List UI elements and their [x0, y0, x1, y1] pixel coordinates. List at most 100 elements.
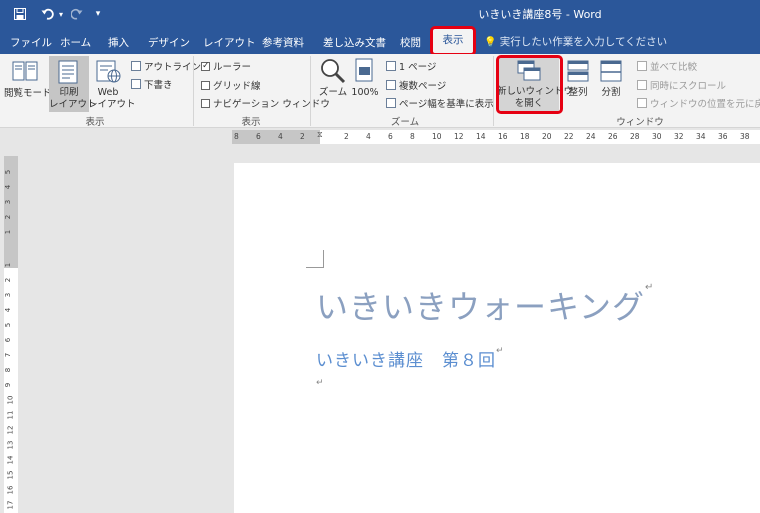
print-layout-icon[interactable]	[57, 60, 79, 87]
ruler-tick-label: 8	[410, 132, 415, 141]
tab-design[interactable]: デザイン	[148, 35, 190, 50]
ruler-tick-label: 4	[366, 132, 371, 141]
read-mode-icon[interactable]	[12, 60, 38, 87]
ruler-tick-label: 34	[696, 132, 706, 141]
ruler-tick-label: 36	[718, 132, 728, 141]
draft-button[interactable]: 下書き	[131, 77, 173, 91]
page-width-button[interactable]: ページ幅を基準に表示	[386, 96, 494, 110]
ruler-tick-label: 16	[498, 132, 508, 141]
outline-icon	[131, 61, 141, 71]
page-width-label: ページ幅を基準に表示	[399, 99, 494, 110]
web-layout-label-1[interactable]: Web	[90, 87, 126, 99]
ruler-tick-label: 4	[278, 132, 283, 141]
multiple-pages-label: 複数ページ	[399, 81, 447, 92]
document-title[interactable]: いきいきウォーキング ↵	[316, 282, 653, 328]
text-boundary-corner	[306, 250, 324, 268]
draft-label: 下書き	[144, 80, 173, 91]
ruler-tick-label: 18	[520, 132, 530, 141]
read-mode-button[interactable]: 閲覧モード	[4, 88, 52, 100]
zoom-100-icon[interactable]	[354, 58, 376, 87]
tab-mailings[interactable]: 差し込み文書	[323, 35, 386, 50]
arrange-all-button[interactable]: 整列	[563, 87, 593, 99]
vertical-ruler-tick-label: 4	[4, 307, 13, 313]
zoom-100-button[interactable]: 100%	[350, 87, 380, 99]
page-width-icon	[386, 98, 396, 108]
print-layout-label-2[interactable]: レイアウト	[49, 99, 97, 111]
split-icon[interactable]	[600, 60, 622, 85]
synchronous-scrolling-button[interactable]: 同時にスクロール	[637, 78, 726, 92]
new-window-highlight	[496, 55, 563, 114]
web-layout-label-2[interactable]: レイアウト	[88, 99, 136, 111]
indent-marker-icon[interactable]: ⧖	[317, 130, 323, 140]
tab-file[interactable]: ファイル	[10, 35, 52, 50]
multiple-pages-icon	[386, 80, 396, 90]
paragraph-mark: ↵	[496, 346, 505, 356]
vertical-ruler-tick-label: 16	[6, 485, 15, 495]
side-by-side-icon	[637, 61, 647, 71]
vertical-ruler-tick-label: 14	[6, 455, 15, 465]
tab-review[interactable]: 校閲	[400, 35, 421, 50]
zoom-group-label: ズーム	[390, 117, 420, 128]
vertical-ruler-tick-label: 1	[4, 229, 13, 235]
side-by-side-label: 並べて比較	[650, 62, 698, 73]
ruler-tick-label: 6	[388, 132, 393, 141]
gridlines-check-icon	[201, 80, 210, 90]
outline-button[interactable]: アウトライン	[131, 59, 201, 73]
group-separator	[193, 56, 194, 126]
ruler-tick-label: 30	[652, 132, 662, 141]
vertical-ruler-tick-label: 7	[4, 352, 13, 358]
vertical-ruler-tick-label: 17	[6, 500, 15, 510]
tab-home[interactable]: ホーム	[60, 35, 91, 50]
redo-icon[interactable]	[70, 5, 84, 23]
window-title: いきいき講座8号 - Word	[478, 8, 602, 21]
web-layout-icon[interactable]	[96, 60, 122, 87]
reset-position-icon	[637, 98, 647, 108]
draft-icon	[131, 79, 141, 89]
tell-me-text: 実行したい作業を入力してください	[499, 36, 668, 48]
tab-references[interactable]: 参考資料	[262, 35, 304, 50]
ruler-tick-label: 8	[234, 132, 239, 141]
gridlines-checkbox[interactable]: グリッド線	[201, 78, 261, 92]
vertical-ruler-tick-label: 9	[4, 382, 13, 388]
paragraph-mark: ↵	[645, 282, 655, 293]
vertical-ruler-tick-label: 15	[6, 470, 15, 480]
one-page-button[interactable]: 1 ページ	[386, 59, 436, 73]
group-separator	[310, 56, 311, 126]
vertical-ruler-tick-label: 3	[4, 199, 13, 205]
ruler-tick-label: 20	[542, 132, 552, 141]
vertical-ruler-tick-label: 10	[6, 395, 15, 405]
undo-icon[interactable]	[38, 5, 56, 23]
multiple-pages-button[interactable]: 複数ページ	[386, 78, 446, 92]
vertical-ruler-tick-label: 2	[4, 214, 13, 220]
document-page[interactable]	[234, 163, 760, 513]
tab-view-highlight	[430, 26, 476, 56]
navigation-pane-label: ナビゲーション ウィンドウ	[213, 99, 330, 110]
ruler-tick-label: 24	[586, 132, 596, 141]
customize-quick-access-icon[interactable]: ▾	[92, 5, 104, 23]
vertical-ruler-tick-label: 1	[4, 262, 13, 268]
view-side-by-side-button[interactable]: 並べて比較	[637, 59, 697, 73]
ruler-tick-label: 26	[608, 132, 618, 141]
gridlines-label: グリッド線	[213, 81, 261, 92]
reset-window-position-button[interactable]: ウィンドウの位置を元に戻す	[637, 96, 760, 110]
empty-paragraph-mark: ↵	[316, 378, 324, 388]
save-icon[interactable]	[12, 5, 28, 23]
ruler-tick-label: 14	[476, 132, 486, 141]
vertical-ruler-tick-label: 6	[4, 337, 13, 343]
arrange-all-icon[interactable]	[567, 60, 589, 85]
ruler-tick-label: 6	[256, 132, 261, 141]
zoom-magnifier-icon[interactable]	[320, 58, 346, 87]
print-layout-label-1[interactable]: 印刷	[49, 87, 89, 99]
ruler-tick-label: 12	[454, 132, 464, 141]
zoom-button[interactable]: ズーム	[316, 87, 350, 99]
views-group-label: 表示	[85, 117, 105, 128]
navigation-pane-check-icon	[201, 98, 210, 108]
ruler-checkbox[interactable]: ✓ ルーラー	[201, 59, 251, 73]
tab-layout[interactable]: レイアウト	[203, 35, 256, 50]
split-button[interactable]: 分割	[596, 87, 626, 99]
tell-me-search[interactable]: 💡 実行したい作業を入力してください	[484, 34, 667, 49]
document-subtitle[interactable]: いきいき講座 第８回 ↵	[316, 346, 504, 371]
lightbulb-icon: 💡	[484, 37, 497, 48]
tab-insert[interactable]: 挿入	[108, 35, 129, 50]
undo-dropdown-icon[interactable]: ▾	[57, 5, 65, 23]
